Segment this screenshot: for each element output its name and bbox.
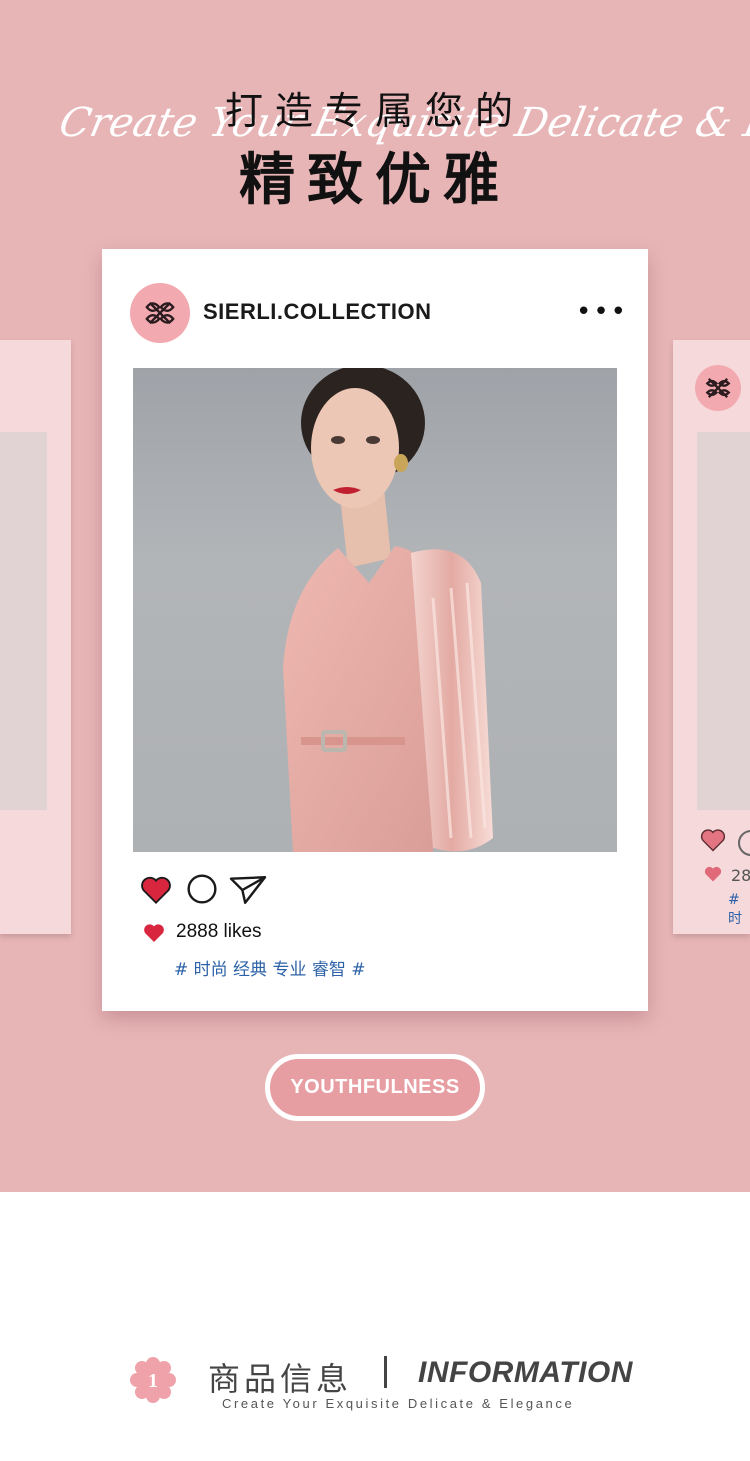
heart-small-icon	[144, 924, 164, 942]
title-small: 打造专属您的	[224, 89, 525, 133]
heart-icon[interactable]	[699, 826, 727, 854]
post-username[interactable]: SIERLI.COLLECTION	[203, 299, 432, 325]
youthfulness-button[interactable]: YOUTHFULNESS	[265, 1054, 485, 1121]
info-subtitle: Create Your Exquisite Delicate & Eleganc…	[222, 1396, 575, 1411]
side-card-photo	[0, 432, 47, 810]
post-photo	[133, 368, 617, 852]
comment-icon[interactable]	[738, 830, 750, 856]
side-card-left[interactable]	[0, 340, 71, 934]
info-title-cn: 商品信息	[208, 1360, 353, 1398]
hashtags[interactable]: # 时	[728, 892, 750, 928]
divider	[384, 1356, 387, 1388]
info-section-header: 1 商品信息 INFORMATION Create Your Exquisite…	[0, 1340, 750, 1420]
side-card-right[interactable]: 288 # 时	[673, 340, 750, 934]
logo-icon	[695, 365, 741, 411]
comment-icon[interactable]	[186, 873, 218, 905]
hashtags[interactable]: # 时尚 经典 专业 睿智 #	[174, 955, 366, 980]
heart-icon[interactable]	[138, 873, 174, 907]
title-big: 精致优雅	[239, 148, 511, 213]
heart-small-icon	[704, 866, 722, 882]
info-title-en: INFORMATION	[418, 1356, 633, 1389]
likes-count[interactable]: 2888 likes	[176, 921, 262, 943]
post-card: SIERLI.COLLECTION ••• 2888 likes # 时尚 经典…	[102, 249, 648, 1011]
flower-number-icon: 1	[130, 1357, 176, 1403]
side-card-photo	[697, 432, 750, 810]
share-icon[interactable]	[228, 873, 268, 907]
more-icon[interactable]: •••	[576, 297, 628, 327]
svg-text:1: 1	[148, 1370, 158, 1392]
hero-section: Create Your Exquisite Delicate & Eleganc…	[0, 0, 750, 1192]
youthfulness-label: YOUTHFULNESS	[290, 1076, 460, 1098]
likes-count: 288	[731, 866, 750, 885]
logo-icon[interactable]	[130, 283, 190, 343]
